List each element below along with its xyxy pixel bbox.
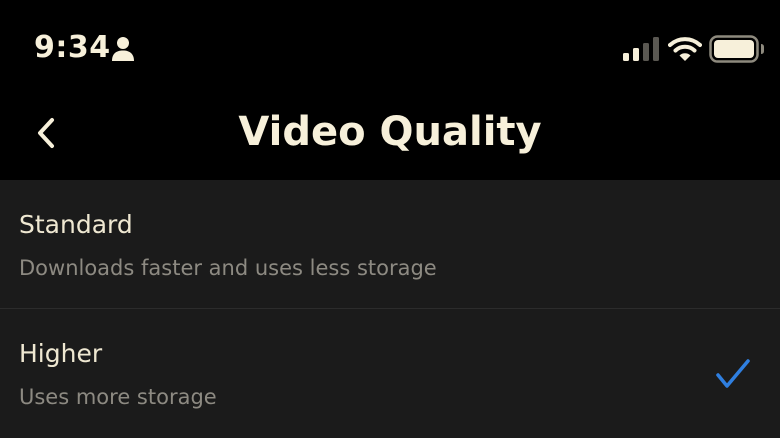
- status-time: 9:34: [34, 30, 111, 65]
- option-title: Standard: [19, 210, 133, 239]
- option-subtitle: Downloads faster and uses less storage: [19, 256, 437, 280]
- battery-icon: [709, 35, 764, 63]
- option-higher[interactable]: Higher Uses more storage: [0, 309, 780, 437]
- option-title: Higher: [19, 339, 103, 368]
- video-quality-options: Standard Downloads faster and uses less …: [0, 180, 780, 438]
- option-subtitle: Uses more storage: [19, 385, 217, 409]
- status-bar: 9:34: [0, 0, 780, 96]
- option-standard[interactable]: Standard Downloads faster and uses less …: [0, 180, 780, 309]
- page-title: Video Quality: [238, 109, 542, 155]
- cellular-signal-icon: [623, 37, 659, 61]
- screen: 9:34 Video Quality Standard Downloads fa…: [0, 0, 780, 438]
- wifi-icon: [668, 37, 702, 61]
- navigation-header: Video Quality: [0, 96, 780, 178]
- person-icon: [112, 37, 134, 61]
- checkmark-icon: [716, 359, 750, 388]
